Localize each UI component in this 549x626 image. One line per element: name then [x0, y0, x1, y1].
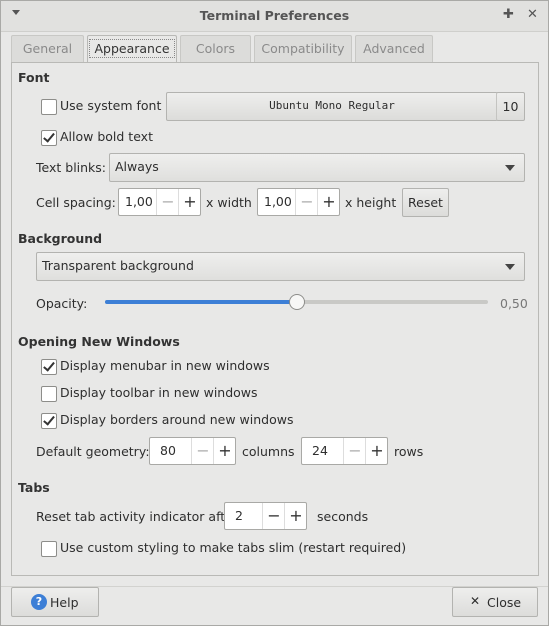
allow-bold-label: Allow bold text	[60, 129, 153, 144]
reset-spacing-button[interactable]: Reset	[402, 188, 449, 217]
reset-indicator-stepper[interactable]: 2 − +	[224, 502, 307, 530]
default-geometry-label: Default geometry:	[36, 444, 150, 459]
columns-increment[interactable]: +	[213, 438, 236, 464]
text-blinks-select[interactable]: Always	[109, 153, 525, 182]
seconds-label: seconds	[317, 509, 369, 524]
cell-width-stepper[interactable]: 1,00 − +	[118, 188, 201, 216]
cell-height-stepper[interactable]: 1,00 − +	[257, 188, 340, 216]
reset-indicator-value: 2	[235, 508, 243, 523]
columns-value: 80	[160, 443, 176, 458]
cell-spacing-label: Cell spacing:	[36, 195, 116, 210]
title-bar: Terminal Preferences ✚ ✕	[1, 1, 548, 32]
reset-indicator-decrement[interactable]: −	[262, 503, 285, 529]
cell-width-decrement[interactable]: −	[156, 189, 179, 215]
tab-colors[interactable]: Colors	[180, 35, 251, 62]
close-icon: ✕	[470, 594, 481, 608]
font-size-button[interactable]: 10	[496, 92, 525, 121]
opacity-fill	[105, 300, 296, 304]
cell-width-increment[interactable]: +	[178, 189, 201, 215]
slim-tabs-label: Use custom styling to make tabs slim (re…	[60, 540, 407, 555]
cell-height-increment[interactable]: +	[317, 189, 340, 215]
tab-compatibility[interactable]: Compatibility	[254, 35, 352, 62]
chevron-down-icon	[505, 264, 515, 270]
borders-label: Display borders around new windows	[60, 412, 294, 427]
reset-indicator-increment[interactable]: +	[284, 503, 307, 529]
tab-general[interactable]: General	[11, 35, 84, 62]
opacity-value: 0,50	[500, 296, 528, 311]
slim-tabs-checkbox[interactable]	[41, 541, 57, 557]
menubar-checkbox[interactable]	[41, 359, 57, 375]
new-windows-heading: Opening New Windows	[18, 334, 180, 349]
rows-unit-label: rows	[394, 444, 424, 459]
toolbar-label: Display toolbar in new windows	[60, 385, 258, 400]
appearance-panel: Font Use system font Ubuntu Mono Regular…	[11, 62, 539, 576]
font-picker-button[interactable]: Ubuntu Mono Regular	[166, 92, 498, 121]
tab-advanced[interactable]: Advanced	[355, 35, 433, 62]
borders-checkbox[interactable]	[41, 413, 57, 429]
rows-decrement[interactable]: −	[343, 438, 366, 464]
menubar-label: Display menubar in new windows	[60, 358, 270, 373]
opacity-handle[interactable]	[289, 294, 305, 310]
rows-increment[interactable]: +	[365, 438, 388, 464]
cell-height-value: 1,00	[264, 194, 292, 209]
help-button[interactable]: ? Help	[11, 587, 99, 617]
reset-indicator-label: Reset tab activity indicator after	[36, 509, 238, 524]
toolbar-checkbox[interactable]	[41, 386, 57, 402]
font-name: Ubuntu Mono Regular	[269, 99, 395, 112]
columns-decrement[interactable]: −	[191, 438, 214, 464]
height-label: x height	[345, 195, 397, 210]
font-size: 10	[502, 99, 519, 114]
columns-stepper[interactable]: 80 − +	[149, 437, 236, 465]
help-icon: ?	[31, 594, 47, 610]
help-label: Help	[50, 595, 79, 610]
use-system-font-label: Use system font	[60, 98, 162, 113]
allow-bold-checkbox[interactable]	[41, 130, 57, 146]
tab-appearance-label: Appearance	[89, 39, 175, 58]
pin-icon[interactable]: ✚	[503, 7, 514, 22]
width-label: x width	[206, 195, 252, 210]
rows-value: 24	[312, 443, 328, 458]
use-system-font-checkbox[interactable]	[41, 99, 57, 115]
font-heading: Font	[18, 70, 50, 85]
background-value: Transparent background	[42, 258, 194, 273]
chevron-down-icon	[505, 165, 515, 171]
background-heading: Background	[18, 231, 103, 246]
cell-height-decrement[interactable]: −	[295, 189, 318, 215]
cell-width-value: 1,00	[125, 194, 153, 209]
tab-appearance[interactable]: Appearance	[87, 35, 177, 63]
columns-label: columns	[242, 444, 295, 459]
reset-spacing-label: Reset	[408, 195, 443, 210]
preferences-window: Terminal Preferences ✚ ✕ General Appeara…	[0, 0, 549, 626]
text-blinks-label: Text blinks:	[36, 160, 107, 175]
close-window-icon[interactable]: ✕	[527, 7, 538, 22]
tabs-heading: Tabs	[18, 480, 50, 495]
rows-stepper[interactable]: 24 − +	[301, 437, 388, 465]
opacity-slider[interactable]	[105, 294, 488, 310]
opacity-label: Opacity:	[36, 296, 88, 311]
close-button[interactable]: ✕ Close	[452, 587, 538, 617]
window-title: Terminal Preferences	[199, 8, 350, 23]
text-blinks-value: Always	[115, 159, 159, 174]
close-label: Close	[487, 595, 522, 610]
background-select[interactable]: Transparent background	[36, 252, 525, 281]
